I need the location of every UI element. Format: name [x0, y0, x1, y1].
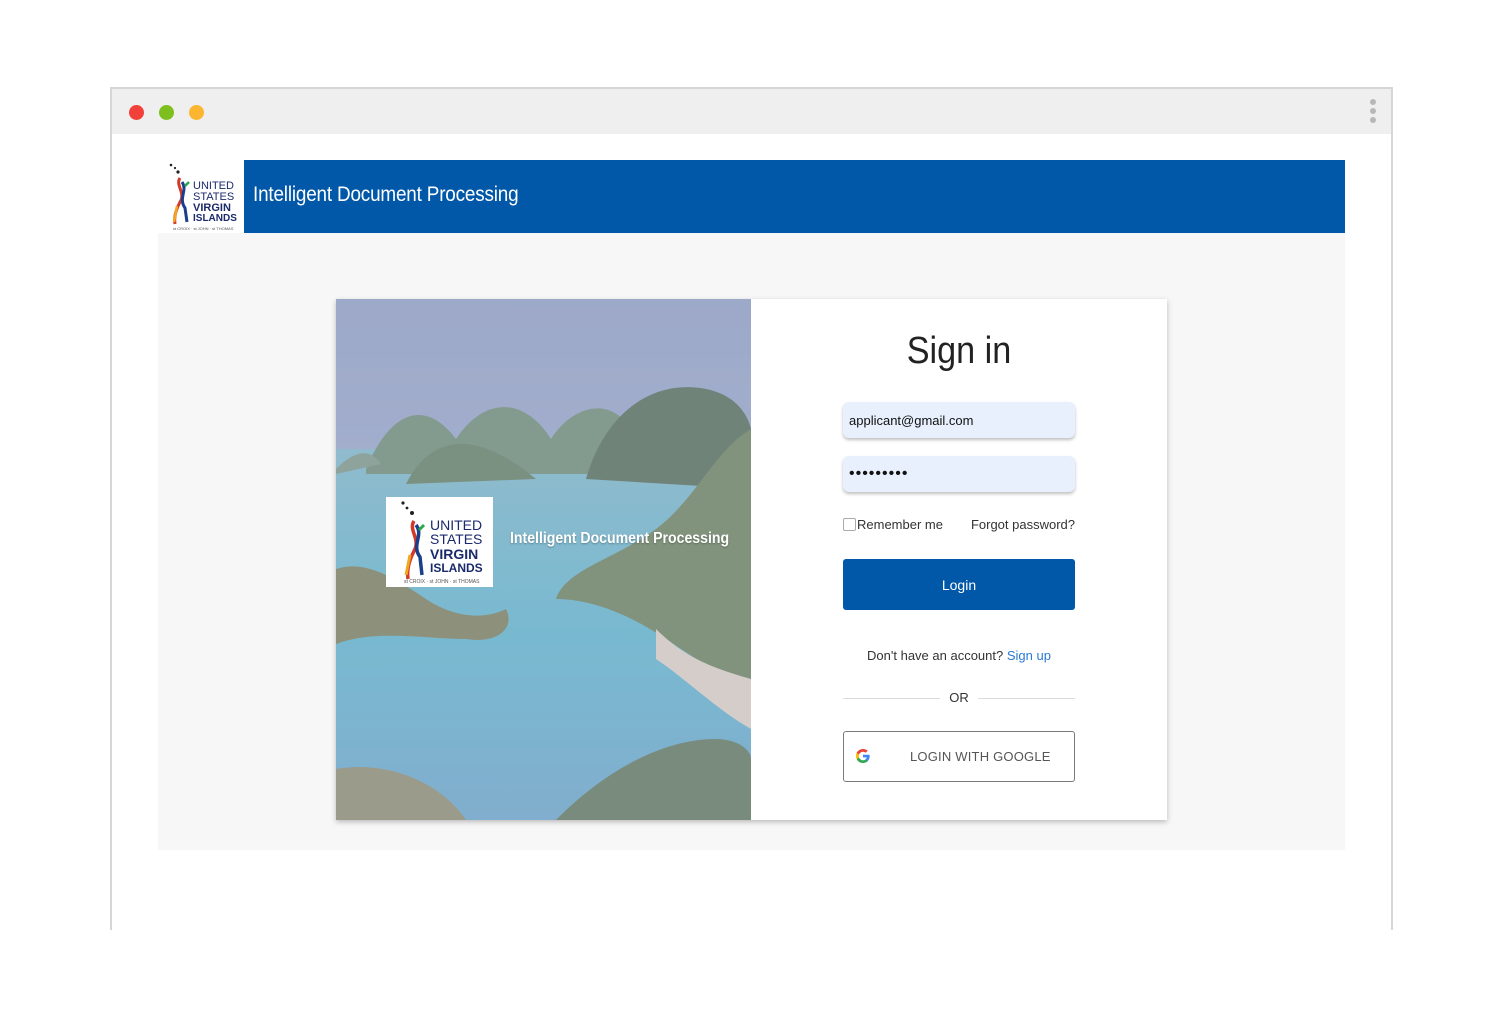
- login-card: UNITED STATES VIRGIN ISLANDS st CROIX · …: [336, 299, 1167, 820]
- google-login-button[interactable]: LOGIN WITH GOOGLE: [843, 731, 1075, 782]
- google-login-label: LOGIN WITH GOOGLE: [910, 749, 1051, 764]
- kebab-menu-icon[interactable]: [1369, 99, 1377, 125]
- login-button[interactable]: Login: [843, 559, 1075, 610]
- app-title: Intelligent Document Processing: [253, 183, 519, 206]
- hero-logo-line-2: STATES: [430, 531, 482, 547]
- hero-logo-subtext: st CROIX · st JOHN · st THOMAS: [404, 579, 480, 585]
- signin-title: Sign in: [906, 330, 1012, 372]
- remember-me-label: Remember me: [857, 517, 943, 532]
- hero-usvi-logo: UNITED STATES VIRGIN ISLANDS st CROIX · …: [386, 497, 493, 587]
- or-divider: OR: [843, 690, 1075, 706]
- divider-line-right: [978, 698, 1075, 699]
- remember-me-checkbox[interactable]: [843, 518, 856, 531]
- hero-logo-line-3: VIRGIN: [430, 546, 478, 562]
- logo-subtext: st CROIX · st JOHN · st THOMAS: [173, 226, 234, 231]
- browser-window: UNITED STATES VIRGIN ISLANDS st CROIX · …: [110, 87, 1393, 930]
- signup-prompt: Don't have an account? Sign up: [751, 648, 1167, 663]
- no-account-text: Don't have an account?: [867, 648, 1004, 663]
- browser-titlebar: [112, 89, 1391, 134]
- usvi-logo[interactable]: UNITED STATES VIRGIN ISLANDS st CROIX · …: [158, 160, 244, 233]
- signin-form: Sign in Remember me Forgot password? Log…: [751, 299, 1167, 820]
- remember-me[interactable]: Remember me: [843, 517, 943, 532]
- hero-logo-line-4: ISLANDS: [430, 561, 483, 575]
- logo-line-4: ISLANDS: [193, 213, 237, 224]
- hero-panel: UNITED STATES VIRGIN ISLANDS st CROIX · …: [336, 299, 751, 820]
- close-window-button[interactable]: [129, 105, 144, 120]
- app-header: UNITED STATES VIRGIN ISLANDS st CROIX · …: [158, 160, 1345, 233]
- forgot-password-link[interactable]: Forgot password?: [971, 517, 1075, 532]
- app-page: UNITED STATES VIRGIN ISLANDS st CROIX · …: [158, 160, 1345, 850]
- hero-title: Intelligent Document Processing: [510, 530, 730, 547]
- maximize-window-button[interactable]: [189, 105, 204, 120]
- minimize-window-button[interactable]: [159, 105, 174, 120]
- signup-link[interactable]: Sign up: [1007, 648, 1051, 663]
- email-field[interactable]: [843, 402, 1075, 438]
- google-icon: [856, 749, 870, 763]
- password-field[interactable]: [843, 456, 1075, 492]
